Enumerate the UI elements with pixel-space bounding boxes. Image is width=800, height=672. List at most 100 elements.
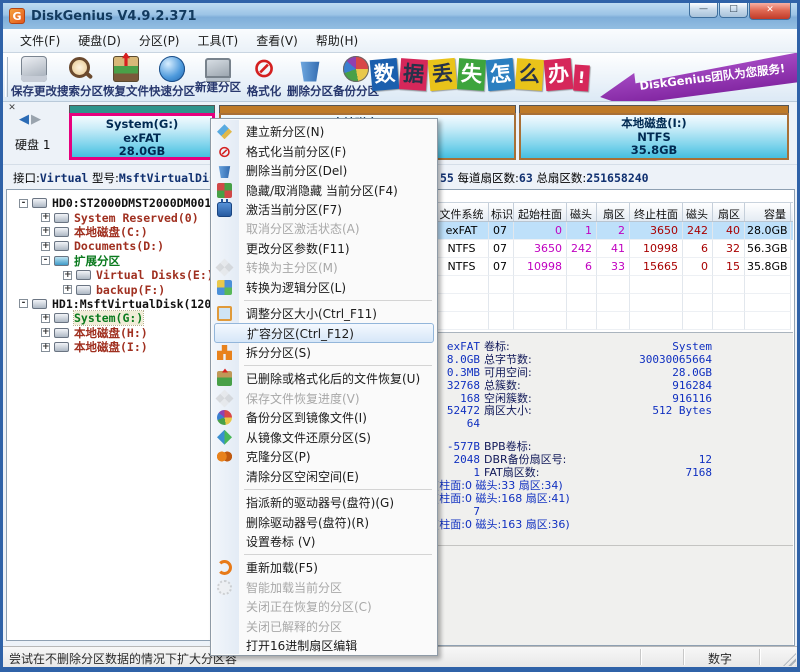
partition-size: 35.8GB [521, 144, 787, 158]
toolbar-button[interactable]: 保存更改 [11, 55, 57, 100]
context-menu-item[interactable]: 从镜像文件还原分区(S) [212, 428, 436, 447]
collapse-icon[interactable]: - [19, 199, 28, 208]
context-menu-item[interactable]: 建立新分区(N) [212, 122, 436, 141]
context-menu-item[interactable]: 扩容分区(Ctrl_F12) [214, 323, 434, 342]
expand-icon[interactable]: + [41, 242, 50, 251]
toolbar-button[interactable]: 恢复文件 [103, 55, 149, 100]
expand-icon[interactable]: + [41, 328, 50, 337]
column-header[interactable]: 标识 [489, 203, 514, 221]
column-header[interactable]: 扇区 [597, 203, 630, 221]
partition-name: 本地磁盘(I:) [521, 117, 787, 131]
context-menu-item-label: 保存文件恢复进度(V) [246, 390, 360, 407]
collapse-icon[interactable]: - [41, 256, 50, 265]
context-menu-item-label: 从镜像文件还原分区(S) [246, 429, 371, 446]
table-cell: 33 [597, 258, 630, 276]
minimize-button[interactable]: — [689, 3, 718, 18]
menu-separator [212, 362, 436, 369]
expand-icon[interactable]: + [41, 213, 50, 222]
column-header[interactable]: 起始柱面 [514, 203, 567, 221]
collapse-icon[interactable]: - [19, 299, 28, 308]
toolbar-button[interactable]: 新建分区 [195, 55, 241, 100]
column-header[interactable]: 扇区 [713, 203, 745, 221]
table-cell [630, 276, 683, 294]
partition-block[interactable]: 本地磁盘(I:)NTFS35.8GB [519, 105, 789, 160]
context-menu-item[interactable]: 备份分区到镜像文件(I) [212, 408, 436, 427]
tree-item-label: 扩展分区 [74, 253, 120, 269]
context-menu-item[interactable]: 打开16进制扇区编辑 [212, 636, 436, 655]
context-menu-item[interactable]: 删除驱动器号(盘符)(R) [212, 512, 436, 531]
context-menu-item[interactable]: ⊘格式化当前分区(F) [212, 141, 436, 160]
table-cell: 32 [713, 240, 745, 258]
partition-block-body: 本地磁盘(I:)NTFS35.8GB [519, 113, 789, 160]
expand-icon[interactable]: + [63, 285, 72, 294]
context-menu-item[interactable]: 设置卷标 (V) [212, 532, 436, 551]
context-menu-item[interactable]: 隐藏/取消隐藏 当前分区(F4) [212, 180, 436, 199]
menu-item[interactable]: 文件(F) [11, 29, 69, 52]
table-cell [745, 294, 791, 312]
column-header[interactable]: 磁头 [683, 203, 713, 221]
panel-close-icon[interactable]: ✕ [6, 103, 18, 115]
table-cell [597, 312, 630, 330]
reload-icon [217, 560, 232, 575]
file-recovery-icon [217, 371, 232, 386]
context-menu-item: 转换为主分区(M) [212, 258, 436, 277]
maximize-button[interactable]: □ [719, 3, 748, 18]
format-icon: ⊘ [217, 144, 232, 159]
partition-block[interactable]: System(G:)exFAT28.0GB [69, 105, 215, 160]
context-menu-item[interactable]: 克隆分区(P) [212, 447, 436, 466]
table-cell [713, 312, 745, 330]
table-cell: 40 [713, 222, 745, 240]
table-cell [630, 312, 683, 330]
close-button[interactable]: ✕ [749, 3, 791, 20]
diskgenius-window: G DiskGenius V4.9.2.371 —□✕ 文件(F)硬盘(D)分区… [0, 0, 800, 672]
hide-partition-icon [217, 183, 232, 198]
expand-icon[interactable]: + [41, 314, 50, 323]
context-menu-item[interactable]: 重新加载(F5) [212, 558, 436, 577]
table-cell [489, 312, 514, 330]
status-separator [640, 649, 641, 665]
expand-icon[interactable]: + [41, 343, 50, 352]
context-menu-item[interactable]: 拆分分区(S) [212, 343, 436, 362]
context-menu-item[interactable]: 清除分区空闲空间(E) [212, 466, 436, 485]
context-menu-item[interactable]: 已删除或格式化后的文件恢复(U) [212, 369, 436, 388]
next-disk-icon[interactable]: ▶ [31, 112, 41, 127]
menu-item[interactable]: 查看(V) [247, 29, 307, 52]
toolbar-button[interactable]: 删除分区 [287, 55, 333, 100]
context-menu-item[interactable]: 删除当前分区(Del) [212, 161, 436, 180]
context-menu-item[interactable]: 转换为逻辑分区(L) [212, 278, 436, 297]
context-menu-item[interactable]: 更改分区参数(F11) [212, 239, 436, 258]
detail-chs-text: (柱面:0 磁头:163 扇区:36) [435, 519, 570, 532]
detail-label: FAT扇区数: [484, 467, 584, 480]
table-cell [567, 294, 597, 312]
title-bar[interactable]: G DiskGenius V4.9.2.371 —□✕ [3, 3, 797, 29]
expand-icon[interactable]: + [63, 271, 72, 280]
toolbar-button[interactable]: 搜索分区 [57, 55, 103, 100]
resize-grip[interactable] [783, 653, 796, 666]
menu-item[interactable]: 工具(T) [189, 29, 248, 52]
prev-disk-icon[interactable]: ◀ [19, 112, 29, 127]
tree-item-label: Virtual Disks(E:) [96, 268, 214, 282]
info-label: 型号: [88, 171, 119, 185]
partition-icon [54, 342, 69, 352]
detail-value [584, 506, 712, 519]
toolbar-button[interactable]: ⊘格式化 [241, 55, 287, 100]
menu-item[interactable]: 硬盘(D) [69, 29, 130, 52]
toolbar-button[interactable]: 快速分区 [149, 55, 195, 100]
context-menu-item[interactable]: 调整分区大小(Ctrl_F11) [212, 304, 436, 323]
context-menu-item-label: 激活当前分区(F7) [246, 201, 342, 218]
detail-value: 512 Bytes [584, 405, 712, 418]
column-header[interactable]: 文件系统 [437, 203, 489, 221]
extended-partition-icon [54, 256, 69, 266]
toolbar-button-label: 格式化 [247, 83, 282, 99]
context-menu-item[interactable]: 激活当前分区(F7) [212, 200, 436, 219]
detail-value: 28.0GB [584, 367, 712, 380]
column-header[interactable]: 终止柱面 [630, 203, 683, 221]
detail-label [484, 418, 584, 431]
table-cell [489, 276, 514, 294]
column-header[interactable]: 容量 [745, 203, 791, 221]
expand-icon[interactable]: + [41, 227, 50, 236]
context-menu-item[interactable]: 指派新的驱动器号(盘符)(G) [212, 493, 436, 512]
menu-item[interactable]: 帮助(H) [307, 29, 367, 52]
column-header[interactable]: 磁头 [567, 203, 597, 221]
menu-item[interactable]: 分区(P) [130, 29, 189, 52]
